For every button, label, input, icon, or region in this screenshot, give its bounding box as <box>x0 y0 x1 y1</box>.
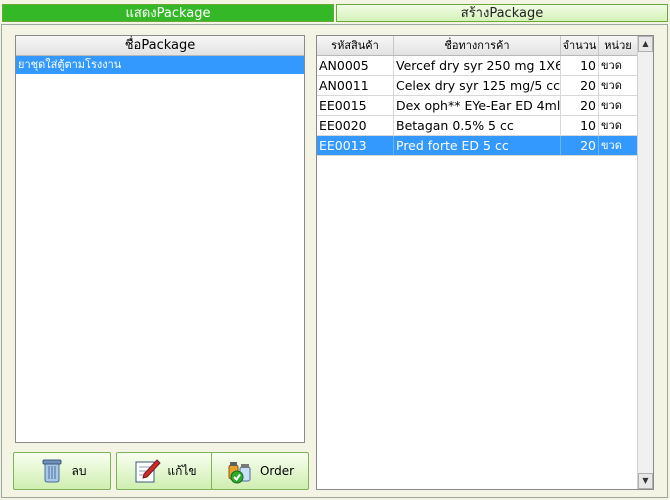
cell-qty: 20 <box>561 76 599 95</box>
cell-code: AN0005 <box>317 56 394 75</box>
cell-qty: 20 <box>561 96 599 115</box>
scroll-up-arrow-icon[interactable]: ▲ <box>638 36 653 52</box>
trash-bin-icon <box>38 457 66 485</box>
column-header-unit[interactable]: หน่วย <box>599 36 638 55</box>
cell-code: EE0013 <box>317 136 394 155</box>
table-body: AN0005 Vercef dry syr 250 mg 1X60 10 ขวด… <box>317 56 638 156</box>
cell-name: Celex dry syr 125 mg/5 cc <box>396 76 561 95</box>
table-row[interactable]: EE0015 Dex oph** EYe-Ear ED 4ml 20 ขวด <box>317 96 638 116</box>
cell-code: EE0015 <box>317 96 394 115</box>
edit-button[interactable]: แก้ไข <box>116 452 214 490</box>
cell-name: Pred forte ED 5 cc <box>394 136 561 155</box>
cell-qty: 10 <box>561 56 599 75</box>
table-row[interactable]: AN0011 Celex dry syr 125 mg/5 cc 20 ขวด <box>317 76 638 96</box>
cell-unit: ขวด <box>599 96 638 115</box>
medicine-bottles-icon <box>226 457 254 485</box>
cell-code: AN0011 <box>317 76 394 95</box>
column-header-code[interactable]: รหัสสินค้า <box>317 36 394 55</box>
package-list[interactable]: ชื่อPackage ยาชุดใส่ตู้ตามโรงงาน <box>15 35 305 443</box>
table-header: รหัสสินค้า ชื่อทางการค้า จำนวน หน่วย <box>317 36 638 56</box>
package-list-item[interactable]: ยาชุดใส่ตู้ตามโรงงาน <box>16 56 304 74</box>
delete-button-label: ลบ <box>71 463 87 478</box>
column-header-name[interactable]: ชื่อทางการค้า <box>394 36 561 55</box>
cell-name: Dex oph** EYe-Ear ED 4ml <box>396 96 561 115</box>
cell-unit: ขวด <box>599 136 638 155</box>
scroll-down-arrow-icon[interactable]: ▼ <box>638 473 653 489</box>
cell-name: Betagan 0.5% 5 cc <box>394 116 561 135</box>
edit-pencil-icon <box>133 457 162 485</box>
table-row[interactable]: EE0020 Betagan 0.5% 5 cc 10 ขวด <box>317 116 638 136</box>
order-button[interactable]: Order <box>211 452 309 490</box>
edit-button-label: แก้ไข <box>167 463 197 478</box>
tab-create-package[interactable]: สร้างPackage <box>336 4 668 22</box>
cell-name: Vercef dry syr 250 mg 1X60 <box>396 56 561 75</box>
column-header-qty[interactable]: จำนวน <box>561 36 599 55</box>
delete-button[interactable]: ลบ <box>13 452 111 490</box>
cell-qty: 20 <box>561 136 599 155</box>
cell-unit: ขวด <box>599 56 638 75</box>
cell-unit: ขวด <box>599 76 638 95</box>
table-vertical-scrollbar[interactable]: ▲ ▼ <box>637 36 653 489</box>
order-button-label: Order <box>259 464 295 478</box>
cell-code: EE0020 <box>317 116 394 135</box>
cell-qty: 10 <box>561 116 599 135</box>
table-row-selected[interactable]: EE0013 Pred forte ED 5 cc 20 ขวด <box>317 136 638 156</box>
tab-show-package[interactable]: แสดงPackage <box>2 4 334 22</box>
tab-bar: แสดงPackage สร้างPackage <box>0 0 670 24</box>
cell-unit: ขวด <box>599 116 638 135</box>
table-row[interactable]: AN0005 Vercef dry syr 250 mg 1X60 10 ขวด <box>317 56 638 76</box>
package-list-header: ชื่อPackage <box>16 36 304 56</box>
package-items-table[interactable]: รหัสสินค้า ชื่อทางการค้า จำนวน หน่วย AN0… <box>316 35 654 490</box>
